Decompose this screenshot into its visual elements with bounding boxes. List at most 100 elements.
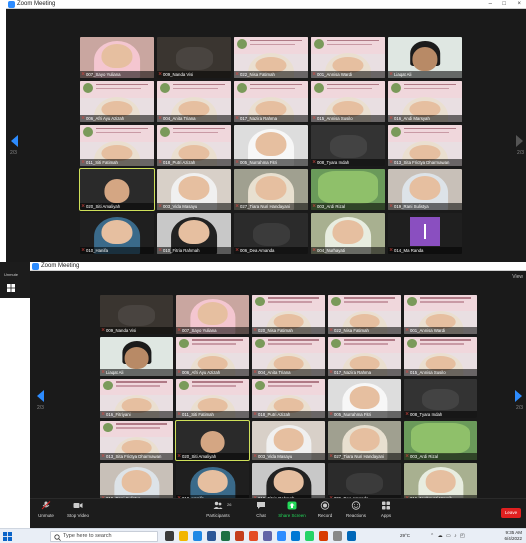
participant-tile[interactable]: ⨯ 011_Siti Fatimah [80,125,154,166]
muted-mic-icon: ⨯ [329,369,334,375]
participant-tile[interactable]: ⨯ 006_Afri Ayu Azizah [176,337,249,376]
participant-tile[interactable]: ⨯006_Dea Amanda [328,463,401,502]
stop-video-button[interactable]: Stop Video [64,501,92,518]
virtual-background-banner [157,125,231,143]
participant-tile[interactable]: ⨯ 016_Andi Marsyah [388,81,462,122]
start-button-windows-icon[interactable] [3,532,12,541]
unmute-button[interactable]: Unmute [32,501,60,518]
participant-tile[interactable]: ⨯ 004_Nurhayati [311,213,385,254]
virtual-background-banner [176,337,249,354]
participant-tile[interactable]: ⨯010_Hanifa [176,463,249,502]
participant-tile[interactable]: ⨯ 004_Anita Triana [157,81,231,122]
share-screen-button[interactable]: Share Screen [278,501,306,518]
participant-tile[interactable]: ⨯ Liaqat Ali [100,337,173,376]
participant-tile[interactable]: ⨯ 007_Sayo Yuliana [176,295,249,334]
record-button[interactable]: Record [311,501,339,518]
participants-count-badge: 26 [227,502,232,507]
participant-tile[interactable]: ⨯010_Fitria Rahmah [252,463,325,502]
zoom-taskbar-icon[interactable] [277,531,286,541]
close-button[interactable]: × [517,1,521,8]
chat-button[interactable]: Chat [247,501,275,518]
windows-taskbar: Type here to search 29°C ⌃ ☁ ▭ ♪ ◰ 9:35 … [0,528,526,543]
settings-icon[interactable] [333,531,342,541]
chrome-icon[interactable] [249,531,258,541]
next-page-arrow-icon[interactable] [516,135,523,147]
leave-meeting-button[interactable]: Leave [501,508,521,518]
participant-tile[interactable]: ⨯019_Rani Sulistya [388,169,462,210]
previous-page-arrow-icon[interactable] [37,390,44,402]
participant-tile[interactable]: ⨯ 020_Siti Amaliyah [79,168,155,211]
participant-tile[interactable]: ⨯ Liaqat Ali [388,37,462,78]
participant-tile[interactable]: ⨯ 015_Annisa Susilo [311,81,385,122]
participant-tile[interactable]: ⨯ 017_Nazira Rahma [328,337,401,376]
participant-tile[interactable]: ⨯ 003_Ardi Rizal [404,421,477,460]
outlook-icon[interactable] [347,531,356,541]
participant-tile[interactable]: ⨯ 020_Nisa Fatimah [252,295,325,334]
weather-widget[interactable]: 29°C [400,533,410,538]
zoom-logo-icon [32,263,39,270]
participant-tile[interactable]: ⨯ 022_Nisa Fatimah [234,37,308,78]
share-screen-label: Share Screen [278,513,306,518]
participant-tile[interactable]: ⨯ 003_Ardi Rizal [311,169,385,210]
clock[interactable]: 9:35 AM 6/4/2022 [504,530,522,542]
participant-name: 006_Afri Ayu Azizah [86,116,125,121]
participant-tile[interactable]: ⨯ 027_Tiara Nuri Handayani [234,169,308,210]
participant-tile[interactable]: ⨯ 018_Putri Azizah [157,125,231,166]
participant-tile[interactable]: ⨯ 001_Annisa Wardi [404,295,477,334]
participant-tile[interactable]: ⨯ 027_Tiara Nuri Handayani [328,421,401,460]
participant-tile[interactable]: ⨯ 009_Nanda Visi [157,37,231,78]
participant-tile[interactable]: ⨯ 009_Nanda Visi [100,295,173,334]
participant-tile[interactable]: ⨯ 005_Nurrahma Fitri [234,125,308,166]
participant-tile[interactable]: ⨯ 003_Vida Masayu [157,169,231,210]
powerpoint-icon[interactable] [235,531,244,541]
participant-tile[interactable]: ⨯ 008_Tyara Indah [311,125,385,166]
participant-tile[interactable]: ⨯ 014_Ma Randa [388,213,462,254]
participant-tile[interactable]: ⨯ 007_Sayo Yuliana [80,37,154,78]
participant-name: 008_Tyara Indah [317,160,350,165]
office-icon[interactable] [319,531,328,541]
participant-tile[interactable]: ⨯010_Hanifa [80,213,154,254]
participant-tile[interactable]: ⨯ 022_Nisa Fatimah [328,295,401,334]
participant-tile[interactable]: ⨯ 016_Fitriyani [100,379,173,418]
participant-tile[interactable]: ⨯ 020_Siti Amaliyah [175,420,250,461]
participant-tile[interactable]: ⨯006_Dea Amanda [234,213,308,254]
participant-tile[interactable]: ⨯ 015_Annisa Susilo [404,337,477,376]
participant-tile[interactable]: ⨯ 004_Anita Triana [252,337,325,376]
participant-tile[interactable]: ⨯010_Fitria Rahmah [157,213,231,254]
participant-tile[interactable]: ⨯ 017_Nazira Rahma [234,81,308,122]
muted-mic-icon: ⨯ [235,115,240,121]
participant-name-bar: ⨯ 005_Nurrahma Fitri [328,411,401,418]
minimize-button[interactable]: – [489,1,492,8]
maximize-button[interactable]: □ [502,1,506,8]
whatsapp-icon[interactable] [305,531,314,541]
previous-page-arrow-icon[interactable] [11,135,18,147]
edge-browser-icon[interactable] [193,531,202,541]
task-view-icon[interactable] [165,531,174,541]
participant-tile[interactable]: ⨯ 008_Tyara Indah [404,379,477,418]
word-icon[interactable] [207,531,216,541]
participant-tile[interactable]: ⨯019_Rani Sulistya [100,463,173,502]
file-explorer-icon[interactable] [179,531,188,541]
taskbar-search-box[interactable]: Type here to search [50,531,158,542]
participant-tile[interactable]: ⨯ 013_Sita Frictya Dharmawan [100,421,173,460]
participant-name: 022_Nisa Fatimah [334,328,369,333]
teams-icon[interactable] [263,531,272,541]
participant-tile[interactable]: ⨯ 018_Putri Azizah [252,379,325,418]
next-page-arrow-icon[interactable] [515,390,522,402]
participant-tile[interactable]: ⨯016_Nurhayati Warsik [404,463,477,502]
virtual-background-banner [252,379,325,396]
system-tray-icons[interactable]: ⌃ ☁ ▭ ♪ ◰ [430,533,466,539]
participant-tile[interactable]: ⨯ 006_Afri Ayu Azizah [80,81,154,122]
participant-tile[interactable]: ⨯ 003_Vida Masayu [252,421,325,460]
apps-button[interactable]: Apps [372,501,400,518]
participant-tile[interactable]: ⨯ 001_Annisa Wardi [311,37,385,78]
reactions-button[interactable]: Reactions [342,501,370,518]
store-icon[interactable] [291,531,300,541]
muted-mic-icon: ⨯ [158,71,163,77]
view-button[interactable]: View [512,274,523,280]
participant-tile[interactable]: ⨯ 011_Siti Fatimah [176,379,249,418]
participant-tile[interactable]: ⨯ 005_Nurrahma Fitri [328,379,401,418]
excel-icon[interactable] [221,531,230,541]
participant-tile[interactable]: ⨯ 013_Sita Frictya Dharmawan [388,125,462,166]
muted-mic-icon: ⨯ [177,411,182,417]
